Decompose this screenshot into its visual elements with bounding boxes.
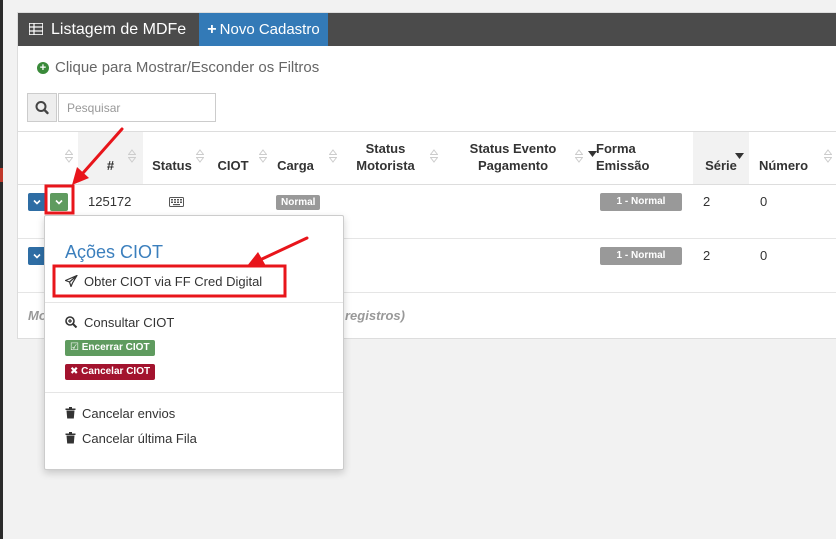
- sort-icon: [128, 149, 136, 163]
- column-serie[interactable]: Série: [693, 132, 749, 184]
- sort-icon[interactable]: [65, 149, 73, 163]
- menu-title: Ações CIOT: [65, 242, 164, 262]
- check-square-icon: ☑: [70, 342, 79, 353]
- table-icon: [29, 23, 43, 35]
- menu-item-consultar-ciot[interactable]: Consultar CIOT: [65, 315, 174, 330]
- column-status-evento-pagamento[interactable]: Status Evento Pagamento: [458, 132, 583, 184]
- zoom-search-icon: [65, 316, 78, 328]
- chevron-down-icon: [33, 199, 41, 205]
- menu-item-obter-ciot[interactable]: Obter CIOT via FF Cred Digital: [65, 274, 262, 289]
- new-record-button[interactable]: + Novo Cadastro: [199, 13, 328, 46]
- chevron-down-icon: [55, 199, 63, 205]
- carga-badge: Normal: [276, 195, 321, 210]
- row-numero: 0: [760, 194, 768, 209]
- sort-icon: [329, 149, 337, 163]
- footer-info-end: registros): [345, 308, 405, 323]
- row-numero: 0: [760, 248, 768, 263]
- sort-icon: [259, 149, 267, 163]
- row-actions-button[interactable]: [28, 193, 46, 211]
- column-id[interactable]: #: [78, 132, 143, 184]
- keyboard-icon: [169, 197, 184, 207]
- page-title: Listagem de MDFe: [51, 21, 187, 38]
- sort-icon: [196, 149, 204, 163]
- sort-icon: [824, 149, 832, 163]
- sort-icon: [575, 149, 583, 163]
- menu-item-consultar-label: Consultar CIOT: [84, 315, 175, 330]
- row-serie: 2: [703, 194, 711, 209]
- left-edge-marker: [0, 168, 3, 182]
- row-serie: 2: [703, 248, 711, 263]
- search-button[interactable]: [27, 93, 57, 122]
- column-carga[interactable]: Carga: [273, 132, 337, 184]
- plus-icon: +: [207, 21, 217, 38]
- search-icon: [35, 101, 49, 115]
- trash-icon: [65, 407, 76, 419]
- column-ciot[interactable]: CIOT: [211, 132, 267, 184]
- filter-toggle[interactable]: + Clique para Mostrar/Esconder os Filtros: [37, 59, 319, 76]
- column-status-motorista[interactable]: Status Motorista: [343, 132, 438, 184]
- encerrar-ciot-button[interactable]: ☑ Encerrar CIOT: [65, 340, 155, 356]
- menu-item-cancelar-fila[interactable]: Cancelar última Fila: [65, 431, 197, 446]
- panel-header: Listagem de MDFe + Novo Cadastro: [18, 13, 836, 46]
- filter-toggle-label: Clique para Mostrar/Esconder os Filtros: [55, 59, 320, 76]
- cancelar-ciot-button[interactable]: ✖ Cancelar CIOT: [65, 364, 156, 380]
- forma-badge: 1 - Normal: [600, 193, 682, 211]
- column-forma-emissao[interactable]: Forma Emissão: [596, 132, 686, 184]
- cancelar-label: Cancelar CIOT: [81, 366, 151, 377]
- row-id: 125172: [88, 194, 132, 209]
- table-header: # Status CIOT Carga Status Motorista Stat…: [18, 131, 836, 185]
- menu-item-obter-label: Obter CIOT via FF Cred Digital: [84, 274, 263, 289]
- sort-desc-icon: [735, 153, 744, 159]
- trash-icon: [65, 432, 76, 444]
- paper-plane-icon: [65, 275, 78, 287]
- new-record-label: Novo Cadastro: [219, 21, 320, 38]
- menu-item-cancelar-fila-label: Cancelar última Fila: [82, 431, 197, 446]
- forma-badge: 1 - Normal: [600, 247, 682, 265]
- left-edge: [0, 0, 3, 539]
- menu-divider: [45, 392, 343, 393]
- menu-item-cancelar-envios-label: Cancelar envios: [82, 406, 176, 421]
- menu-item-cancelar-envios[interactable]: Cancelar envios: [65, 406, 175, 421]
- sort-icon: [430, 149, 438, 163]
- sort-desc-icon: [588, 151, 597, 157]
- search-input[interactable]: [58, 93, 216, 122]
- ciot-actions-button[interactable]: [50, 193, 68, 211]
- close-icon: ✖: [70, 366, 79, 377]
- column-numero[interactable]: Número: [756, 132, 832, 184]
- encerrar-label: Encerrar CIOT: [81, 342, 150, 353]
- menu-divider: [45, 302, 343, 303]
- plus-circle-icon: +: [37, 62, 49, 74]
- ciot-actions-menu: Ações CIOT Obter CIOT via FF Cred Digita…: [44, 215, 344, 470]
- column-status[interactable]: Status: [146, 132, 204, 184]
